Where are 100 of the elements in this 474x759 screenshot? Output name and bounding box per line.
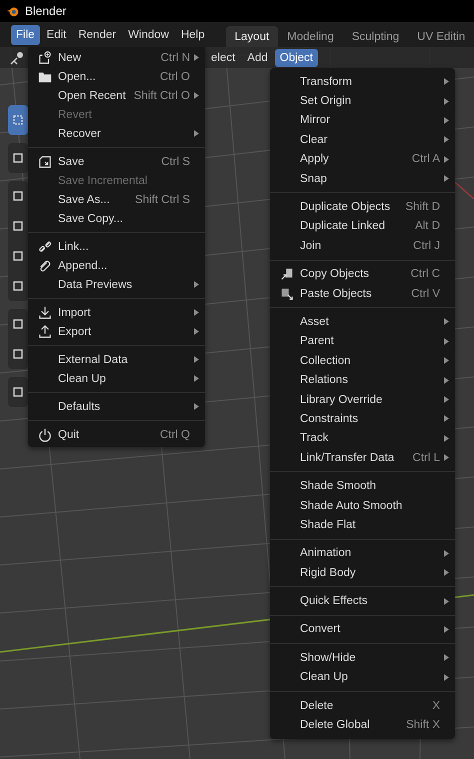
menu-item[interactable]: New Ctrl N <box>28 48 205 67</box>
menu-item[interactable]: Convert <box>270 620 455 640</box>
menu-button[interactable]: Window <box>123 24 174 44</box>
submenu-arrow-icon <box>444 569 449 576</box>
menu-item[interactable]: Quick Effects <box>270 591 455 611</box>
menu-button[interactable]: Render <box>73 24 122 44</box>
workspace-tab[interactable]: Layout <box>226 26 278 47</box>
mode-icon[interactable] <box>8 50 26 66</box>
submenu-arrow-icon <box>444 415 449 422</box>
shortcut-label: Ctrl N <box>160 52 190 64</box>
tool-icon <box>11 279 25 293</box>
shortcut-label: Ctrl L <box>412 452 440 464</box>
menu-item[interactable]: Delete X <box>270 696 455 716</box>
menu-item[interactable]: Duplicate Linked Alt D <box>270 216 455 236</box>
power-icon <box>38 428 52 442</box>
submenu-arrow-icon <box>194 403 199 410</box>
menu-item[interactable]: Data Previews <box>28 275 205 294</box>
shortcut-label: Ctrl J <box>413 240 440 252</box>
submenu-arrow-icon <box>444 136 449 144</box>
menu-item[interactable]: Import <box>28 303 205 322</box>
tool-icon <box>11 249 25 263</box>
paste-icon <box>280 286 294 301</box>
menu-item[interactable]: Mirror <box>270 110 455 130</box>
save-icon <box>38 154 52 168</box>
menu-item[interactable]: Rigid Body <box>270 562 455 582</box>
menu-item[interactable]: Shade Smooth <box>270 476 455 496</box>
menu-item[interactable]: External Data <box>28 350 205 369</box>
submenu-arrow-icon <box>444 454 449 462</box>
menu-item[interactable]: Transform <box>270 72 455 92</box>
menu-item[interactable]: Library Override <box>270 390 455 410</box>
header-menu-button[interactable]: Add <box>242 48 273 66</box>
menu-item[interactable]: Shade Auto Smooth <box>270 496 455 516</box>
tool-button[interactable] <box>8 105 28 135</box>
tool-icon <box>11 219 25 233</box>
submenu-arrow-icon <box>444 654 449 662</box>
shortcut-label: Ctrl A <box>412 153 440 166</box>
shortcut-label: Ctrl S <box>161 156 190 168</box>
menu-item[interactable]: Save As... Shift Ctrl S <box>28 190 205 209</box>
menu-item[interactable]: Open Recent Shift Ctrl O <box>28 86 205 105</box>
submenu-arrow-icon <box>194 281 199 288</box>
menu-item[interactable]: Clean Up <box>28 369 205 388</box>
menu-item[interactable]: Clear <box>270 130 455 150</box>
menu-button[interactable]: File <box>11 24 40 44</box>
menu-item[interactable]: Save Ctrl S <box>28 152 205 171</box>
menu-item[interactable]: Export <box>28 322 205 341</box>
paperclip-icon <box>38 258 52 272</box>
shortcut-label: Ctrl V <box>411 288 440 300</box>
tool-icon <box>11 189 25 203</box>
menu-item[interactable]: Snap <box>270 168 455 188</box>
menu-item[interactable]: Constraints <box>270 409 455 429</box>
shortcut-label: Shift X <box>406 719 440 732</box>
menu-item[interactable]: Apply Ctrl A <box>270 150 455 169</box>
menu-item[interactable]: Track <box>270 428 455 448</box>
menu-item[interactable]: Link/Transfer Data Ctrl L <box>270 448 455 468</box>
submenu-arrow-icon <box>444 175 449 182</box>
tool-icon <box>11 317 25 331</box>
menu-item[interactable]: Shade Flat <box>270 515 455 535</box>
submenu-arrow-icon <box>444 116 449 124</box>
submenu-arrow-icon <box>444 598 449 605</box>
menu-item[interactable]: Set Origin <box>270 91 455 111</box>
menu-item[interactable]: Show/Hide <box>270 648 455 668</box>
menu-item[interactable]: Copy Objects Ctrl C <box>270 264 455 284</box>
submenu-arrow-icon <box>444 338 449 345</box>
workspace-tab[interactable]: Modeling <box>278 26 343 47</box>
header-menu-button[interactable]: elect <box>206 48 240 66</box>
new-file-icon <box>38 50 52 64</box>
submenu-arrow-icon <box>194 375 199 382</box>
menu-item[interactable]: Delete Global Shift X <box>270 715 455 735</box>
menu-item[interactable]: Defaults <box>28 397 205 416</box>
submenu-arrow-icon <box>444 376 449 384</box>
submenu-arrow-icon <box>444 357 449 364</box>
menu-item[interactable]: Relations <box>270 370 455 390</box>
menu-item[interactable]: Save Copy... <box>28 209 205 228</box>
menu-item[interactable]: Link... <box>28 237 205 256</box>
shortcut-label: Shift Ctrl S <box>135 194 190 206</box>
menu-item[interactable]: Parent <box>270 332 455 352</box>
shortcut-label: Shift Ctrl O <box>134 90 190 102</box>
menu-item[interactable]: Asset <box>270 312 455 332</box>
menu-item[interactable]: Open... Ctrl O <box>28 67 205 86</box>
menu-item[interactable]: Quit Ctrl Q <box>28 425 205 444</box>
menu-item[interactable]: Duplicate Objects Shift D <box>270 197 455 217</box>
menu-item[interactable]: Collection <box>270 351 455 370</box>
shortcut-label: X <box>432 700 440 712</box>
menu-item[interactable]: Join Ctrl J <box>270 236 455 256</box>
shortcut-label: Ctrl C <box>410 268 440 280</box>
submenu-arrow-icon <box>194 328 199 335</box>
menu-item[interactable]: Clean Up <box>270 668 455 687</box>
menu-item[interactable]: Paste Objects Ctrl V <box>270 284 455 304</box>
menu-item[interactable]: Animation <box>270 544 455 563</box>
submenu-arrow-icon <box>444 318 449 326</box>
menu-item[interactable]: Append... <box>28 256 205 275</box>
header-menu-button[interactable]: Object <box>274 48 318 66</box>
menu-button[interactable]: Edit <box>42 24 72 44</box>
tool-icon <box>11 113 25 127</box>
workspace-tab[interactable]: Sculpting <box>342 26 408 47</box>
tool-icon <box>11 347 25 361</box>
menu-item[interactable]: Recover <box>28 124 205 143</box>
workspace-tab[interactable]: UV Editin <box>408 26 474 47</box>
submenu-arrow-icon <box>444 434 449 442</box>
menu-button[interactable]: Help <box>176 24 210 44</box>
